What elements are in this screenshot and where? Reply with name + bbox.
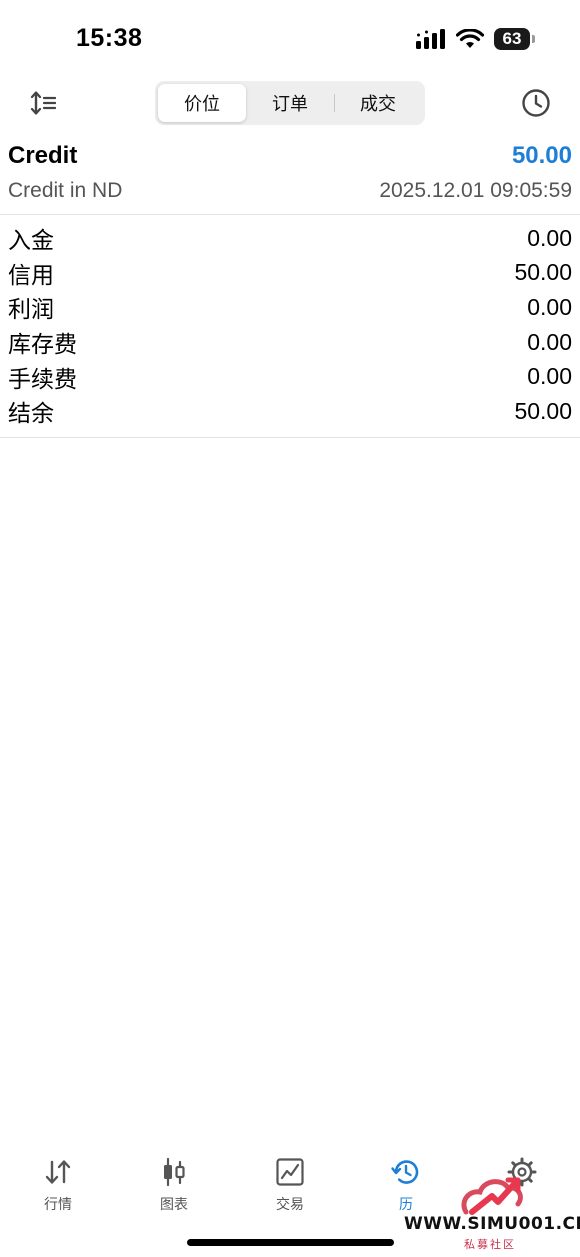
total-row-credit: 信用 50.00 [0,256,580,291]
battery-level: 63 [502,29,522,48]
trade-chart-icon [276,1158,304,1186]
watermark-text: WWW.SIMU001.CN [404,1214,580,1234]
total-row-profit: 利润 0.00 [0,290,580,325]
status-icons: 63 [416,26,535,52]
segmented-control: 价位 订单 成交 [155,81,425,125]
total-row-deposit: 入金 0.00 [0,221,580,256]
tab-quotes[interactable]: 行情 [0,1148,116,1218]
segment-orders[interactable]: 订单 [246,84,334,122]
total-value: 50.00 [514,259,572,286]
toolbar: 价位 订单 成交 [0,80,580,126]
tab-label: 交易 [276,1196,304,1212]
watermark: WWW.SIMU001.CN 私募社区 [402,1170,580,1252]
sort-button[interactable] [28,88,58,118]
credit-entry[interactable]: Credit 50.00 Credit in ND 2025.12.01 09:… [0,140,580,215]
total-row-swap: 库存费 0.00 [0,325,580,360]
total-row-commission: 手续费 0.00 [0,359,580,394]
total-label: 手续费 [8,365,77,392]
segment-price[interactable]: 价位 [158,84,246,122]
credit-comment: Credit in ND [8,179,123,202]
total-row-balance: 结余 50.00 [0,394,580,429]
cellular-signal-icon [416,29,445,49]
total-value: 0.00 [527,224,572,251]
segment-deals[interactable]: 成交 [334,84,422,122]
sort-icon [30,91,56,115]
battery-indicator: 63 [494,28,535,50]
candlestick-icon [164,1157,185,1187]
tab-label: 图表 [160,1196,188,1212]
credit-amount: 50.00 [511,142,572,169]
watermark-logo-icon [461,1177,523,1215]
total-label: 信用 [8,261,54,288]
tab-trade[interactable]: 交易 [232,1148,348,1218]
credit-datetime: 2025.12.01 09:05:59 [379,179,572,202]
arrows-up-down-icon [45,1160,71,1184]
total-label: 入金 [8,227,54,254]
total-value: 0.00 [527,293,572,320]
status-bar: 15:38 63 [0,0,580,80]
clock-icon[interactable] [520,87,552,119]
status-time: 15:38 [76,24,143,52]
total-value: 0.00 [527,363,572,390]
total-value: 0.00 [527,328,572,355]
tab-label: 行情 [44,1196,72,1212]
home-indicator [187,1239,394,1246]
totals-list: 入金 0.00 信用 50.00 利润 0.00 库存费 0.00 手续费 0.… [0,221,580,438]
credit-title: Credit [8,142,78,169]
total-label: 库存费 [8,331,77,358]
total-value: 50.00 [514,397,572,424]
total-label: 结余 [8,400,54,427]
total-label: 利润 [8,296,54,323]
tab-charts[interactable]: 图表 [116,1148,232,1218]
watermark-subtext: 私募社区 [464,1239,516,1251]
wifi-icon [456,29,484,48]
